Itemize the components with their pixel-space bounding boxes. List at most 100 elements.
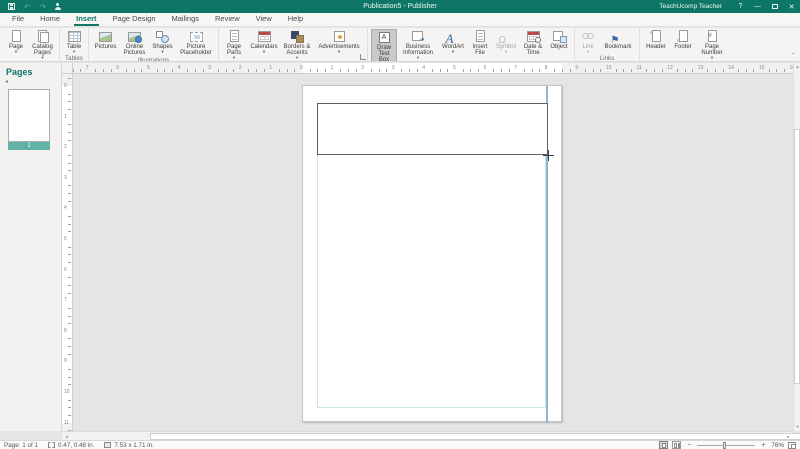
link-icon — [581, 30, 596, 43]
insert-file-button[interactable]: Insert File — [469, 29, 491, 57]
touch-mouse-mode-button[interactable]: ▾ — [54, 2, 64, 12]
tab-view[interactable]: View — [248, 12, 280, 26]
ruler-number: 5 — [453, 66, 456, 71]
ribbon: Page ▾ Catalog Pages ▾ Pages Table ▾ Ta — [0, 28, 800, 62]
page-indicator[interactable]: Page: 1 of 1 — [4, 442, 38, 449]
ruler-tick — [68, 407, 71, 408]
group-label-pages: Pages — [4, 61, 57, 62]
calendars-button[interactable]: Calendars ▾ — [248, 29, 280, 55]
ruler-tick — [68, 193, 71, 194]
pictures-button[interactable]: Pictures — [92, 29, 119, 53]
online-pictures-button[interactable]: Online Pictures — [121, 29, 148, 57]
undo-button[interactable]: ↶ — [22, 2, 32, 12]
chevron-down-icon: ▾ — [338, 50, 340, 54]
zoom-in-button[interactable]: + — [759, 442, 767, 449]
ruler-number: 5 — [147, 66, 150, 71]
header-button[interactable]: Header — [643, 29, 669, 53]
ribbon-tabs: File Home Insert Page Design Mailings Re… — [0, 13, 800, 27]
document-workspace[interactable] — [74, 74, 793, 431]
ruler-number: 6 — [64, 268, 67, 273]
object-button[interactable]: Object — [547, 29, 571, 53]
tab-help[interactable]: Help — [280, 12, 311, 26]
close-button[interactable]: ✕ — [783, 0, 800, 13]
ruler-corner — [62, 63, 73, 74]
tab-page-design[interactable]: Page Design — [105, 12, 164, 26]
borders-accents-button[interactable]: Borders & Accents ▾ — [282, 29, 312, 61]
scroll-up-icon[interactable]: ▲ — [794, 63, 800, 71]
shapes-button[interactable]: Shapes ▾ — [150, 29, 175, 55]
help-button[interactable]: ? — [732, 0, 749, 13]
ruler-tick — [317, 69, 318, 72]
ruler-tick — [187, 69, 188, 72]
object-position[interactable]: 0.47, 0.48 in. — [48, 442, 94, 449]
catalog-pages-button[interactable]: Catalog Pages ▾ — [29, 29, 56, 61]
collapse-panel-icon[interactable]: ◂ — [0, 79, 61, 85]
footer-button[interactable]: Footer — [671, 29, 695, 53]
chevron-down-icon: ▾ — [61, 5, 63, 9]
catalog-pages-icon — [35, 30, 50, 43]
ruler-tick — [562, 69, 563, 72]
drawn-text-box[interactable] — [317, 103, 548, 155]
page-parts-button[interactable]: Page Parts ▾ — [222, 29, 246, 61]
ribbon-group-links: Link ▾ ⚑ Bookmark Links — [574, 28, 639, 61]
maximize-button[interactable] — [766, 0, 783, 13]
tab-insert[interactable]: Insert — [68, 12, 104, 26]
object-size[interactable]: 7.53 x 1.71 in. — [104, 442, 154, 449]
vertical-ruler[interactable]: 01234567891011 — [62, 74, 73, 431]
pages-panel-title: Pages — [0, 63, 61, 79]
vertical-scroll-thumb[interactable] — [794, 129, 800, 384]
ruler-number: 13 — [698, 66, 704, 71]
vertical-scrollbar[interactable]: ▲ ▼ — [793, 63, 800, 431]
two-page-spread-view-button[interactable] — [672, 441, 681, 449]
ruler-tick — [141, 69, 142, 72]
ruler-tick — [379, 69, 380, 72]
group-label-tables: Tables — [62, 55, 86, 62]
draw-text-box-button[interactable]: A Draw Text Box — [371, 29, 397, 62]
ruler-number: 11 — [637, 66, 642, 71]
ruler-tick — [723, 69, 724, 72]
chevron-down-icon: ▾ — [505, 50, 507, 54]
advertisements-button[interactable]: Advertisements ▾ — [314, 29, 364, 55]
horizontal-scroll-thumb[interactable] — [150, 433, 800, 440]
page-icon — [9, 30, 24, 43]
save-button[interactable] — [6, 2, 16, 12]
horizontal-ruler[interactable]: 7654321012345678910111213141516 — [62, 63, 793, 74]
redo-button[interactable]: ↷ — [38, 2, 48, 12]
ruler-tick — [585, 69, 586, 72]
zoom-slider[interactable] — [697, 441, 755, 449]
ruler-tick — [738, 69, 739, 72]
date-time-button[interactable]: Date & Time — [521, 29, 545, 57]
zoom-level[interactable]: 76% — [771, 442, 784, 449]
minimize-button[interactable]: — — [749, 0, 766, 13]
publication-page[interactable] — [302, 85, 562, 422]
horizontal-scrollbar[interactable]: ◄ ► — [62, 431, 793, 440]
business-information-button[interactable]: Business Information ▾ — [399, 29, 437, 61]
collapse-ribbon-button[interactable]: ⌃ — [791, 52, 796, 59]
ruler-tick — [103, 69, 104, 72]
tab-mailings[interactable]: Mailings — [164, 12, 208, 26]
customize-qat-button[interactable]: ▾ — [70, 2, 80, 12]
ruler-tick — [218, 69, 219, 72]
tab-review[interactable]: Review — [207, 12, 248, 26]
building-blocks-dialog-launcher[interactable] — [360, 54, 366, 60]
page-number-button[interactable]: Page Number ▾ — [697, 29, 727, 61]
picture-placeholder-button[interactable]: Picture Placeholder — [177, 29, 215, 57]
fit-page-button[interactable] — [788, 442, 796, 449]
ruler-number: 9 — [575, 66, 578, 71]
account-name[interactable]: TeachUcomp Teacher — [659, 3, 722, 10]
single-page-view-button[interactable] — [659, 441, 668, 449]
bookmark-button[interactable]: ⚑ Bookmark — [600, 29, 636, 53]
ruler-tick — [310, 69, 311, 72]
tab-home[interactable]: Home — [32, 12, 68, 26]
wordart-button[interactable]: A WordArt ▾ — [439, 29, 467, 55]
scroll-down-icon[interactable]: ▼ — [794, 423, 800, 431]
ruler-tick — [68, 224, 71, 225]
ruler-number: 6 — [116, 66, 119, 71]
zoom-out-button[interactable]: − — [685, 442, 693, 449]
chevron-down-icon: ▾ — [74, 5, 76, 9]
tab-file[interactable]: File — [4, 12, 32, 26]
page-button[interactable]: Page ▾ — [5, 29, 27, 55]
table-button[interactable]: Table ▾ — [63, 29, 85, 55]
zoom-slider-thumb[interactable] — [723, 442, 726, 449]
page-thumbnail[interactable]: 1 — [8, 89, 50, 150]
